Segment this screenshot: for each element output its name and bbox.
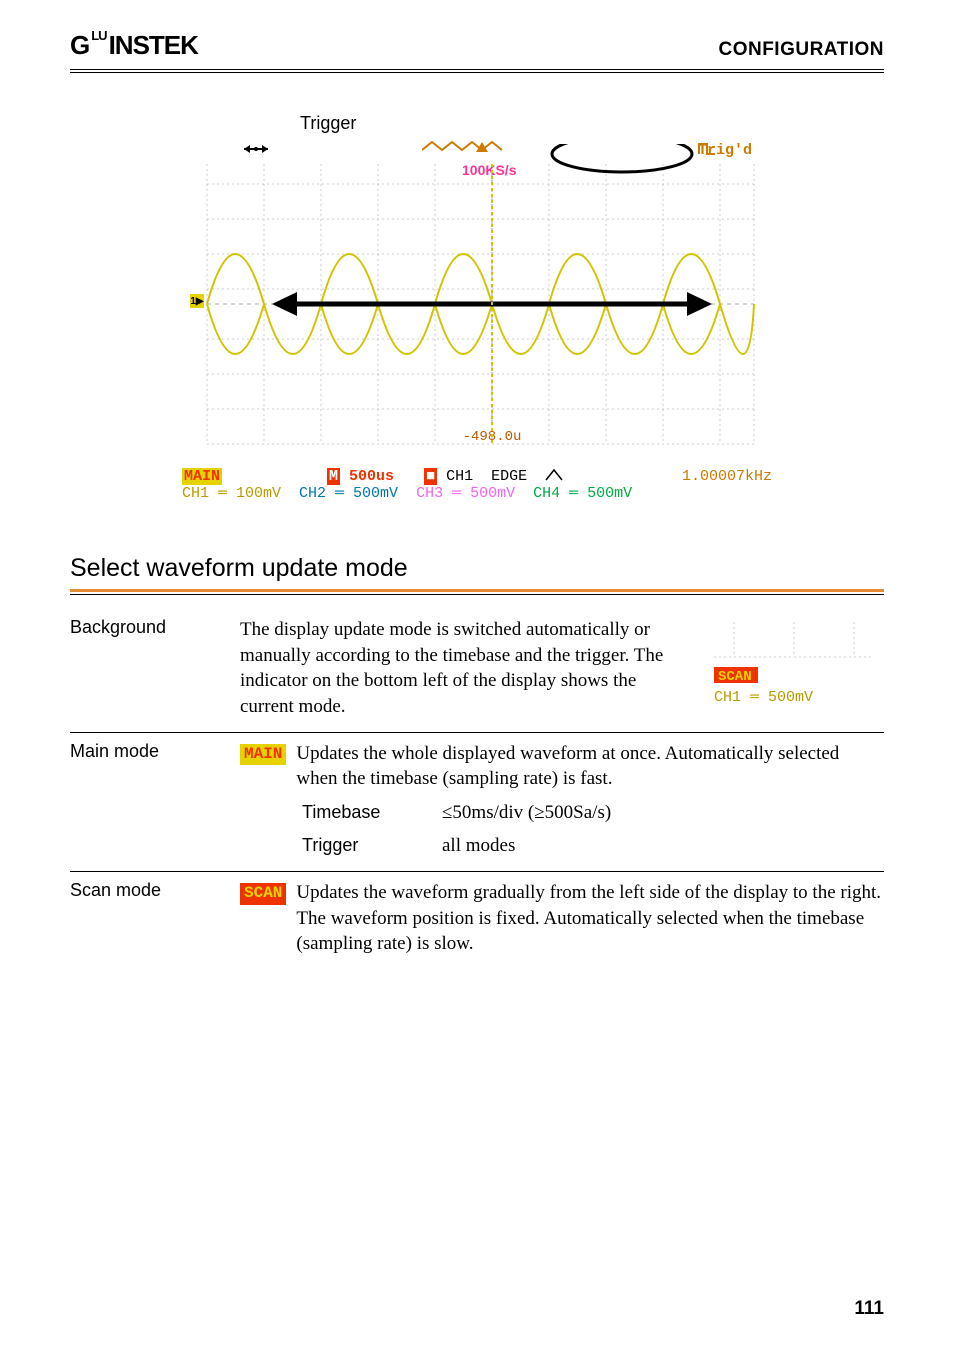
ch2-scale: CH2 ═ 500mV	[299, 485, 398, 502]
brand-rest: INSTEK	[109, 30, 198, 61]
row-scan-mode: Scan mode SCAN Updates the waveform grad…	[70, 872, 884, 969]
main-timebase-label: Timebase	[302, 800, 442, 826]
ch4-scale: CH4 ═ 500mV	[533, 485, 632, 502]
scan-mode-text: Updates the waveform gradually from the …	[296, 880, 884, 957]
background-text: The display update mode is switched auto…	[240, 617, 692, 720]
main-trigger-value: all modes	[442, 833, 515, 859]
trig-src-icon: ■	[424, 468, 437, 485]
scope-bottom-bar-2: CH1 ═ 100mV CH2 ═ 500mV CH3 ═ 500mV CH4 …	[182, 485, 772, 502]
label-background: Background	[70, 617, 240, 720]
freq-readout: 1.00007kHz	[682, 468, 772, 485]
label-scan-mode: Scan mode	[70, 880, 240, 957]
section-heading: Select waveform update mode	[70, 554, 884, 583]
main-timebase-value: ≤50ms/div (≥500Sa/s)	[442, 800, 611, 826]
scope-plot: -498.0u	[182, 144, 772, 464]
brand-logo: GLUINSTEK	[70, 30, 198, 61]
ch3-scale: CH3 ═ 500mV	[416, 485, 515, 502]
brand-g: G	[70, 30, 89, 61]
timebase: M	[327, 468, 340, 485]
badge-scan: SCAN	[240, 883, 286, 905]
ch1-scale: CH1 ═ 100mV	[182, 485, 281, 502]
oscilloscope-screenshot: Trig'd 100KS/s	[182, 144, 772, 524]
svg-text:CH1 ═ 500mV: CH1 ═ 500mV	[714, 689, 813, 706]
page-number: 111	[854, 1298, 884, 1320]
mode-badge: MAIN	[182, 468, 222, 485]
section-title: CONFIGURATION	[718, 39, 884, 61]
brand-sup: LU	[91, 28, 106, 43]
main-trigger-label: Trigger	[302, 833, 442, 859]
trigger-heading: Trigger	[300, 113, 954, 134]
row-background: Background The display update mode is sw…	[70, 609, 884, 733]
scope-bottom-bar-1: MAIN M 500us ■ CH1 EDGE 1.00007kHz	[182, 468, 772, 485]
ch1-marker: 1▶	[190, 294, 204, 308]
svg-text:SCAN: SCAN	[718, 669, 752, 685]
mode-indicator-snippet: SCAN CH1 ═ 500mV	[704, 617, 884, 707]
label-main-mode: Main mode	[70, 741, 240, 860]
badge-main: MAIN	[240, 744, 286, 766]
row-main-mode: Main mode MAIN Updates the whole display…	[70, 733, 884, 873]
header-rule	[70, 69, 884, 73]
section-rule	[70, 589, 884, 595]
main-mode-text: Updates the whole displayed waveform at …	[296, 741, 884, 792]
